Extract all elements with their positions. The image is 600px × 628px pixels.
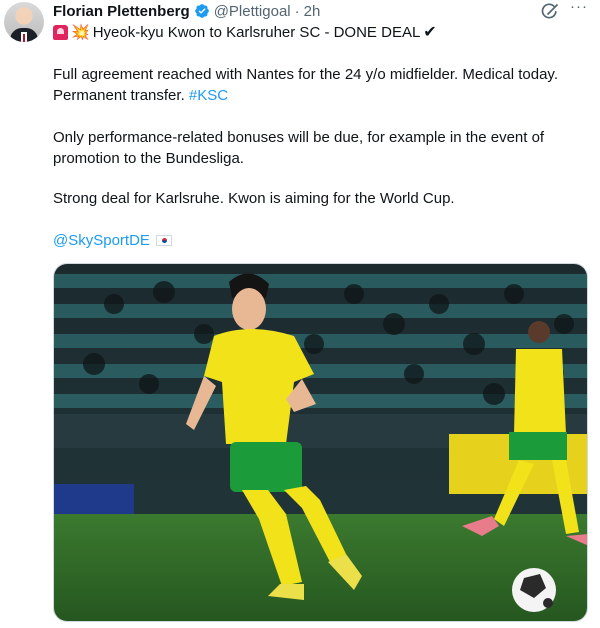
author-avatar[interactable] bbox=[4, 2, 44, 42]
rotating-light-emoji bbox=[53, 25, 68, 40]
football bbox=[512, 568, 556, 612]
tweet-media-photo[interactable] bbox=[53, 263, 588, 622]
tweet-header: Florian Plettenberg @Plettigoal · 2h bbox=[53, 2, 320, 20]
paragraph-1-text: Full agreement reached with Nantes for t… bbox=[53, 66, 558, 104]
author-handle[interactable]: @Plettigoal bbox=[214, 3, 291, 20]
verified-badge-icon bbox=[194, 4, 209, 18]
avatar-tie bbox=[23, 34, 25, 42]
collision-emoji: 💥 bbox=[71, 24, 90, 41]
more-options-icon[interactable]: ··· bbox=[568, 0, 590, 18]
tweet-card: Florian Plettenberg @Plettigoal · 2h ···… bbox=[0, 0, 600, 628]
hashtag-link[interactable]: #KSC bbox=[189, 87, 228, 104]
tweet-timestamp[interactable]: 2h bbox=[304, 3, 321, 20]
tweet-paragraph-1: Full agreement reached with Nantes for t… bbox=[53, 64, 588, 106]
tweet-paragraph-2: Only performance-related bonuses will be… bbox=[53, 129, 545, 167]
south-korea-flag-emoji bbox=[155, 235, 172, 246]
football-photo bbox=[54, 264, 587, 621]
check-mark-emoji: ✔ bbox=[423, 24, 437, 41]
tweet-mention-line: @SkySportDE bbox=[53, 230, 588, 251]
header-separator: · bbox=[294, 2, 300, 20]
author-name[interactable]: Florian Plettenberg bbox=[53, 3, 190, 20]
mention-link[interactable]: @SkySportDE bbox=[53, 230, 150, 251]
grok-icon[interactable] bbox=[540, 2, 560, 22]
tweet-paragraph-3: Strong deal for Karlsruhe. Kwon is aimin… bbox=[53, 190, 455, 207]
tweet-headline: 💥 Hyeok-kyu Kwon to Karlsruher SC - DONE… bbox=[53, 22, 588, 43]
headline-text: Hyeok-kyu Kwon to Karlsruher SC - DONE D… bbox=[92, 24, 421, 41]
